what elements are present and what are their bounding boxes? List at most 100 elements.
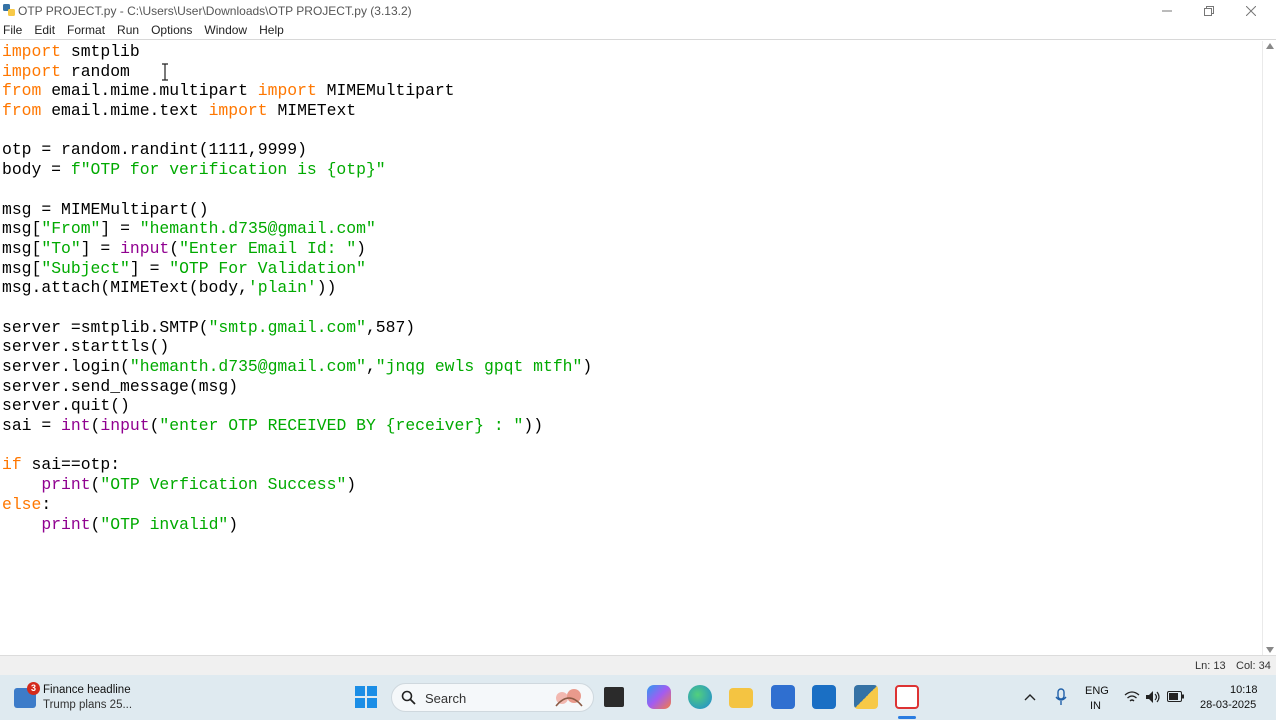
code-line[interactable]: from email.mime.multipart import MIMEMul… — [2, 81, 592, 101]
code-token: server =smtplib.SMTP( — [2, 317, 209, 337]
code-line[interactable]: from email.mime.text import MIMEText — [2, 101, 592, 121]
close-icon — [1246, 5, 1256, 16]
code-line[interactable]: print("OTP invalid") — [2, 515, 592, 535]
string-token: "Enter Email Id: " — [179, 238, 357, 258]
code-line[interactable] — [2, 180, 592, 200]
battery-icon[interactable] — [1167, 691, 1185, 702]
minimize-icon — [1162, 10, 1172, 11]
python-icon[interactable] — [854, 685, 878, 709]
code-token: body = — [2, 160, 71, 180]
code-line[interactable]: msg["Subject"] = "OTP For Validation" — [2, 259, 592, 279]
code-line[interactable]: server.send_message(msg) — [2, 377, 592, 397]
news-subtitle: Trump plans 25... — [43, 699, 133, 711]
menu-run[interactable]: Run — [117, 23, 145, 37]
code-token: otp = random.randint(1111,9999) — [2, 140, 307, 160]
code-text[interactable]: import smtplib import random from email.mi… — [2, 42, 592, 534]
code-line[interactable]: import smtplib — [2, 42, 592, 62]
code-line[interactable] — [2, 298, 592, 318]
code-token: ( — [90, 514, 101, 534]
language-region[interactable]: IN — [1090, 700, 1101, 712]
code-line[interactable]: otp = random.randint(1111,9999) — [2, 140, 592, 160]
code-token: sai==otp: — [21, 455, 121, 475]
builtin-token: print — [41, 514, 91, 534]
code-token: msg[ — [2, 258, 42, 278]
code-token: : — [41, 494, 52, 514]
idle-editor-icon[interactable] — [895, 685, 919, 709]
wifi-icon[interactable] — [1124, 690, 1140, 704]
vertical-scrollbar[interactable] — [1262, 41, 1276, 655]
microsoft-store-icon[interactable] — [771, 685, 795, 709]
code-token: ] = — [100, 219, 140, 239]
outlook-icon[interactable] — [812, 685, 836, 709]
start-button[interactable] — [355, 686, 377, 708]
code-token: server.starttls() — [2, 337, 170, 357]
code-line[interactable]: import random — [2, 62, 592, 82]
code-token: ) — [356, 238, 367, 258]
news-title: Finance headline — [43, 684, 131, 696]
code-token: ] = — [129, 258, 170, 278]
code-token: random — [61, 61, 130, 81]
string-token: "hemanth.d735@gmail.com" — [129, 357, 366, 376]
scroll-up-icon[interactable] — [1266, 43, 1274, 49]
code-line[interactable]: server =smtplib.SMTP("smtp.gmail.com",58… — [2, 318, 592, 338]
windows-logo-icon — [355, 686, 365, 696]
menu-edit[interactable]: Edit — [34, 23, 61, 37]
restore-icon — [1204, 5, 1214, 16]
microphone-icon[interactable] — [1055, 688, 1067, 706]
keyword-token: import — [257, 81, 317, 101]
builtin-token: print — [41, 475, 91, 495]
scroll-down-icon[interactable] — [1266, 647, 1274, 653]
volume-icon[interactable] — [1145, 690, 1161, 704]
chevron-up-icon[interactable] — [1024, 692, 1036, 702]
code-line[interactable]: print("OTP Verfication Success") — [2, 475, 592, 495]
code-line[interactable]: server.quit() — [2, 396, 592, 416]
taskbar: 3 Finance headline Trump plans 25... Sea… — [0, 675, 1276, 720]
language-code[interactable]: ENG — [1085, 685, 1109, 697]
code-line[interactable]: server.starttls() — [2, 337, 592, 357]
code-line[interactable]: msg["To"] = input("Enter Email Id: ") — [2, 239, 592, 259]
task-view-icon[interactable] — [604, 687, 624, 707]
builtin-token: int — [61, 416, 91, 436]
code-line[interactable]: server.login("hemanth.d735@gmail.com","j… — [2, 357, 592, 377]
string-token: "hemanth.d735@gmail.com" — [139, 219, 376, 239]
code-token: ( — [169, 238, 180, 258]
clock-time[interactable]: 10:18 — [1230, 684, 1258, 696]
menu-file[interactable]: File — [3, 23, 28, 37]
string-token: "smtp.gmail.com" — [208, 317, 366, 337]
code-line[interactable] — [2, 121, 592, 141]
code-token: )) — [316, 278, 337, 298]
menu-options[interactable]: Options — [151, 23, 198, 37]
title-bar: OTP PROJECT.py - C:\Users\User\Downloads… — [0, 0, 1276, 21]
code-line[interactable]: msg.attach(MIMEText(body,'plain')) — [2, 278, 592, 298]
minimize-button[interactable] — [1146, 0, 1188, 21]
code-line[interactable]: if sai==otp: — [2, 455, 592, 475]
code-line[interactable]: body = f"OTP for verification is {otp}" — [2, 160, 592, 180]
file-explorer-icon[interactable] — [729, 688, 753, 708]
code-editor[interactable]: import smtplib import random from email.mi… — [0, 41, 1262, 655]
code-token: MIMEText — [267, 101, 357, 121]
edge-browser-icon[interactable] — [688, 685, 712, 709]
news-widget[interactable]: 3 Finance headline Trump plans 25... — [12, 682, 162, 714]
taskbar-search[interactable]: Search — [391, 683, 594, 712]
code-token: smtplib — [61, 42, 140, 61]
clock-date[interactable]: 28-03-2025 — [1200, 699, 1256, 711]
code-line[interactable] — [2, 436, 592, 456]
code-token: )) — [523, 416, 544, 436]
text-cursor-icon — [162, 63, 168, 81]
code-line[interactable]: sai = int(input("enter OTP RECEIVED BY {… — [2, 416, 592, 436]
code-line[interactable]: else: — [2, 495, 592, 515]
menu-format[interactable]: Format — [67, 23, 111, 37]
code-line[interactable]: msg = MIMEMultipart() — [2, 200, 592, 220]
menu-window[interactable]: Window — [204, 23, 253, 37]
copilot-icon[interactable] — [647, 685, 671, 709]
maximize-button[interactable] — [1188, 0, 1230, 21]
code-token: server.send_message(msg) — [2, 376, 239, 396]
string-token: 'plain' — [247, 278, 317, 298]
code-token: sai = — [2, 416, 62, 436]
close-button[interactable] — [1230, 0, 1272, 21]
code-token: ) — [346, 475, 357, 495]
column-number: Col: 34 — [1236, 660, 1271, 672]
code-line[interactable]: msg["From"] = "hemanth.d735@gmail.com" — [2, 219, 592, 239]
menu-help[interactable]: Help — [259, 23, 290, 37]
